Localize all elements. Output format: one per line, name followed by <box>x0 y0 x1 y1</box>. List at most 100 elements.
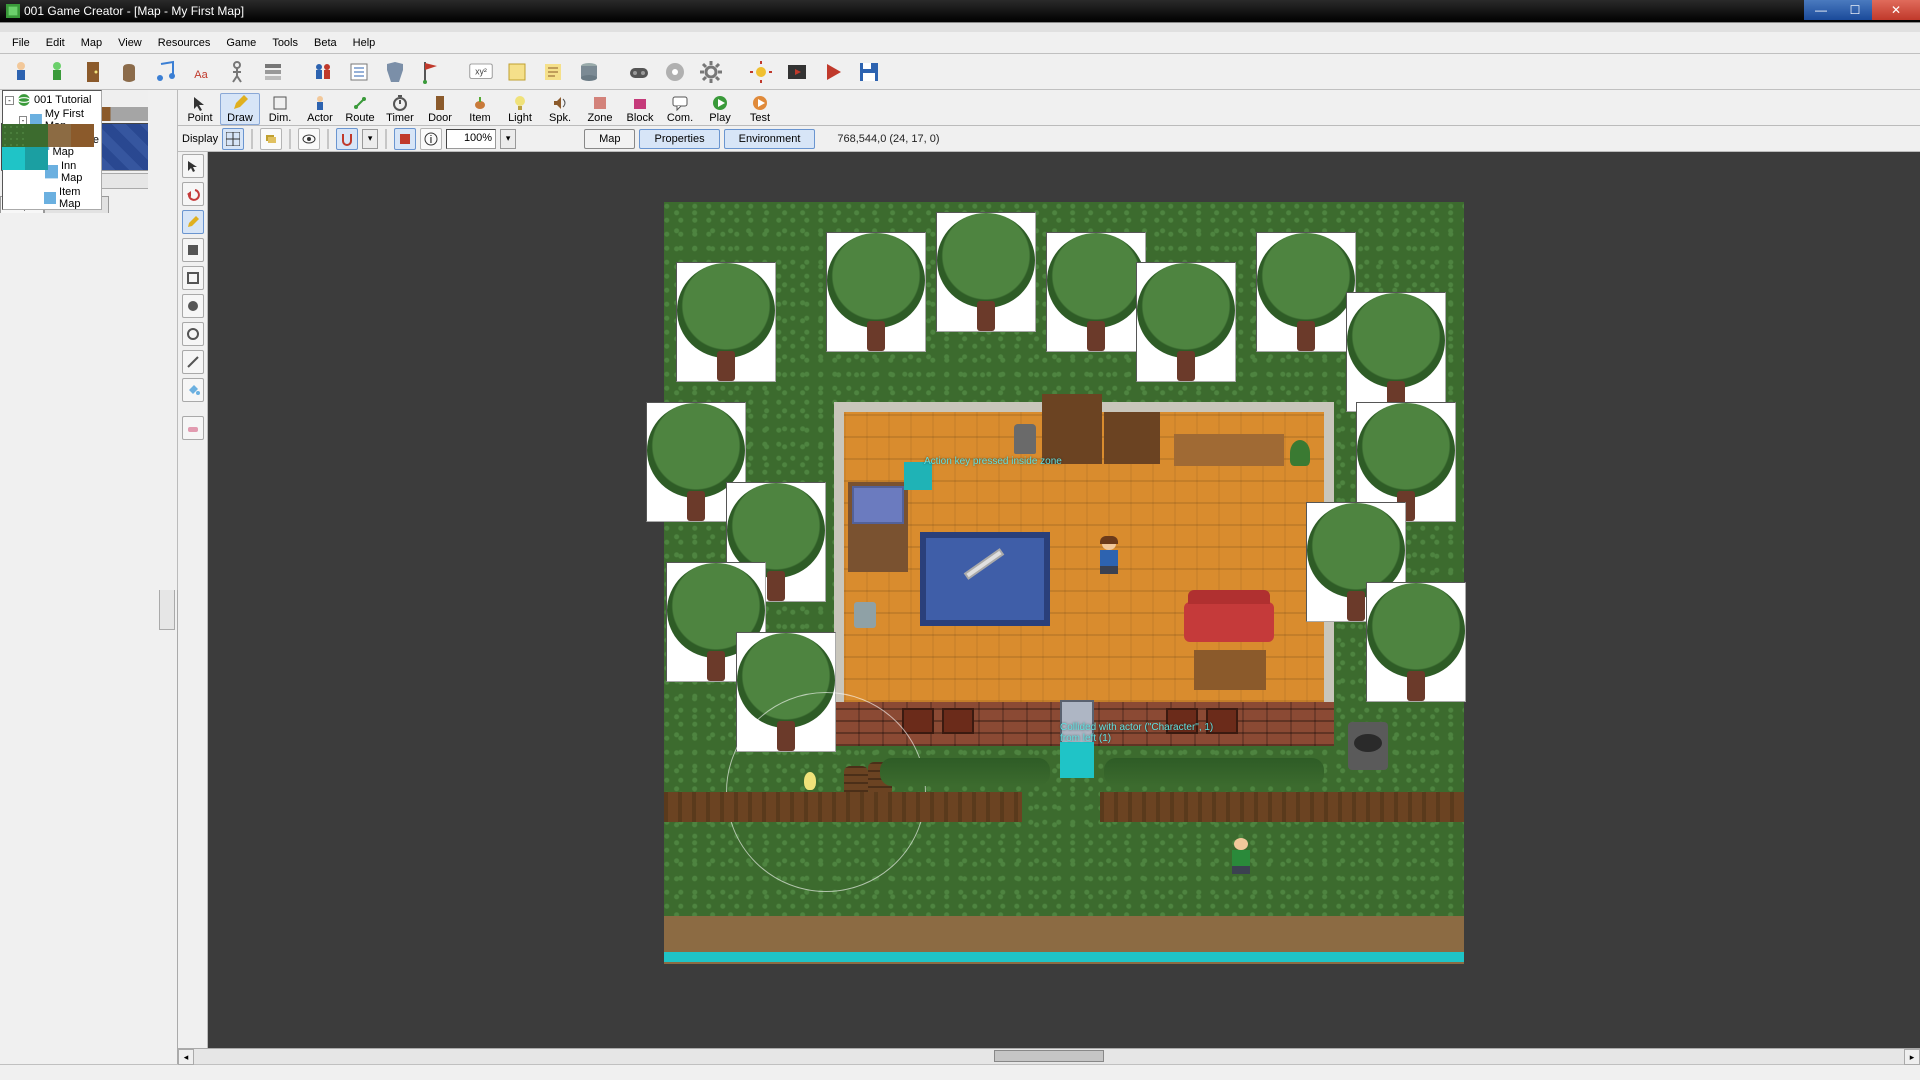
tool-door[interactable]: Door <box>420 93 460 125</box>
tool-speaker[interactable]: Spk. <box>540 93 580 125</box>
toolbar-disc-icon[interactable] <box>660 57 690 87</box>
toolbar-text-icon[interactable]: Aa <box>186 57 216 87</box>
toolbar-player-icon[interactable] <box>6 57 36 87</box>
toolbar-note-icon[interactable] <box>502 57 532 87</box>
scroll-left-arrow[interactable]: ◂ <box>178 1049 194 1065</box>
tool-item[interactable]: Item <box>460 93 500 125</box>
tool-play[interactable]: Play <box>700 93 740 125</box>
display-grid-button[interactable] <box>222 128 244 150</box>
trash-can <box>854 602 876 628</box>
window-title: 001 Game Creator - [Map - My First Map] <box>24 4 244 18</box>
view-tab-map[interactable]: Map <box>584 129 635 149</box>
bookshelf <box>1042 394 1102 464</box>
canvas-horizontal-scrollbar[interactable]: ◂ ▸ <box>178 1048 1920 1064</box>
map-canvas[interactable]: Action key pressed inside zone Collided … <box>208 152 1920 1048</box>
vtool-rect-fill[interactable] <box>182 238 204 262</box>
zoom-dropdown[interactable]: ▾ <box>500 129 516 149</box>
tool-route[interactable]: Route <box>340 93 380 125</box>
tool-comment[interactable]: Com. <box>660 93 700 125</box>
rug <box>920 532 1050 626</box>
toolbar-database-icon[interactable] <box>258 57 288 87</box>
display-eye-button[interactable] <box>298 128 320 150</box>
menu-map[interactable]: Map <box>73 35 110 51</box>
toolbar-play-icon[interactable] <box>818 57 848 87</box>
tool-draw[interactable]: Draw <box>220 93 260 125</box>
door-overlay-label: Collided with actor ("Character", 1) fro… <box>1060 722 1213 744</box>
toolbar-save-icon[interactable] <box>854 57 884 87</box>
toolbar-gear-icon[interactable] <box>696 57 726 87</box>
toolbar-gamepad-icon[interactable] <box>624 57 654 87</box>
tool-actor[interactable]: Actor <box>300 93 340 125</box>
zone-overlay-label: Action key pressed inside zone <box>924 456 1062 467</box>
menu-help[interactable]: Help <box>345 35 384 51</box>
robot-npc <box>1014 424 1036 454</box>
vtool-circle-fill[interactable] <box>182 294 204 318</box>
toolbar-music-icon[interactable] <box>150 57 180 87</box>
scroll-thumb[interactable] <box>994 1050 1104 1062</box>
toolbar-flag-icon[interactable] <box>416 57 446 87</box>
vtool-circle-outline[interactable] <box>182 322 204 346</box>
toolbar-door-icon[interactable] <box>78 57 108 87</box>
display-info-button[interactable]: i <box>420 128 442 150</box>
window-close-button[interactable]: ✕ <box>1872 0 1920 20</box>
collapse-icon[interactable]: - <box>5 96 14 105</box>
menu-tools[interactable]: Tools <box>264 35 306 51</box>
fence <box>1100 792 1464 822</box>
menu-file[interactable]: File <box>4 35 38 51</box>
vtool-line[interactable] <box>182 350 204 374</box>
tree-item[interactable]: Item Map <box>33 185 99 210</box>
view-tab-environment[interactable]: Environment <box>724 129 816 149</box>
display-options-bar: Display ▾ i 100% ▾ Map Properties Enviro… <box>178 126 1920 152</box>
tree-root-item[interactable]: - 001 Tutorial <box>5 93 99 107</box>
window-titlebar: 001 Game Creator - [Map - My First Map] … <box>0 0 1920 22</box>
display-layer-button[interactable] <box>260 128 282 150</box>
cursor-coordinates: 768,544,0 (24, 17, 0) <box>819 133 939 145</box>
tool-timer[interactable]: Timer <box>380 93 420 125</box>
toolbar-play-media-icon[interactable] <box>782 57 812 87</box>
display-snap-button[interactable] <box>336 128 358 150</box>
snap-dropdown[interactable]: ▾ <box>362 129 378 149</box>
zoom-input[interactable]: 100% <box>446 129 496 149</box>
display-collision-button[interactable] <box>394 128 416 150</box>
toolbar-script-icon[interactable] <box>538 57 568 87</box>
window <box>902 708 934 734</box>
npc-outside <box>1230 838 1252 872</box>
tile-palette[interactable] <box>1 123 157 171</box>
tool-test[interactable]: Test <box>740 93 780 125</box>
toolbar-xyz-icon[interactable]: xy² <box>466 57 496 87</box>
menu-beta[interactable]: Beta <box>306 35 345 51</box>
toolbar-skeleton-icon[interactable] <box>222 57 252 87</box>
well <box>1348 722 1388 770</box>
vtool-cursor[interactable] <box>182 154 204 178</box>
menu-game[interactable]: Game <box>218 35 264 51</box>
vtool-eraser[interactable] <box>182 416 204 440</box>
svg-text:xy²: xy² <box>475 66 487 76</box>
toolbar-db-cylinder-icon[interactable] <box>574 57 604 87</box>
vtool-rect-outline[interactable] <box>182 266 204 290</box>
tool-zone[interactable]: Zone <box>580 93 620 125</box>
center-panel: Point Draw Dim. Actor Route Timer Door I… <box>178 90 1920 1064</box>
bookshelf-2 <box>1104 412 1160 464</box>
vtool-undo[interactable] <box>182 182 204 206</box>
toolbar-checklist-icon[interactable] <box>344 57 374 87</box>
toolbar-sun-icon[interactable] <box>746 57 776 87</box>
vtool-pencil[interactable] <box>182 210 204 234</box>
tool-light[interactable]: Light <box>500 93 540 125</box>
toolbar-party-icon[interactable] <box>308 57 338 87</box>
map-tool-strip: Point Draw Dim. Actor Route Timer Door I… <box>178 90 1920 126</box>
tool-block[interactable]: Block <box>620 93 660 125</box>
vtool-fill[interactable] <box>182 378 204 402</box>
menu-view[interactable]: View <box>110 35 150 51</box>
menu-resources[interactable]: Resources <box>150 35 219 51</box>
tool-point[interactable]: Point <box>180 93 220 125</box>
tool-dim[interactable]: Dim. <box>260 93 300 125</box>
toolbar-npc-icon[interactable] <box>42 57 72 87</box>
window-minimize-button[interactable]: — <box>1804 0 1838 20</box>
view-tab-properties[interactable]: Properties <box>639 129 719 149</box>
menubar: File Edit Map View Resources Game Tools … <box>0 32 1920 54</box>
window-maximize-button[interactable]: ☐ <box>1838 0 1872 20</box>
toolbar-armor-icon[interactable] <box>380 57 410 87</box>
toolbar-bag-icon[interactable] <box>114 57 144 87</box>
menu-edit[interactable]: Edit <box>38 35 73 51</box>
scroll-right-arrow[interactable]: ▸ <box>1904 1049 1920 1065</box>
